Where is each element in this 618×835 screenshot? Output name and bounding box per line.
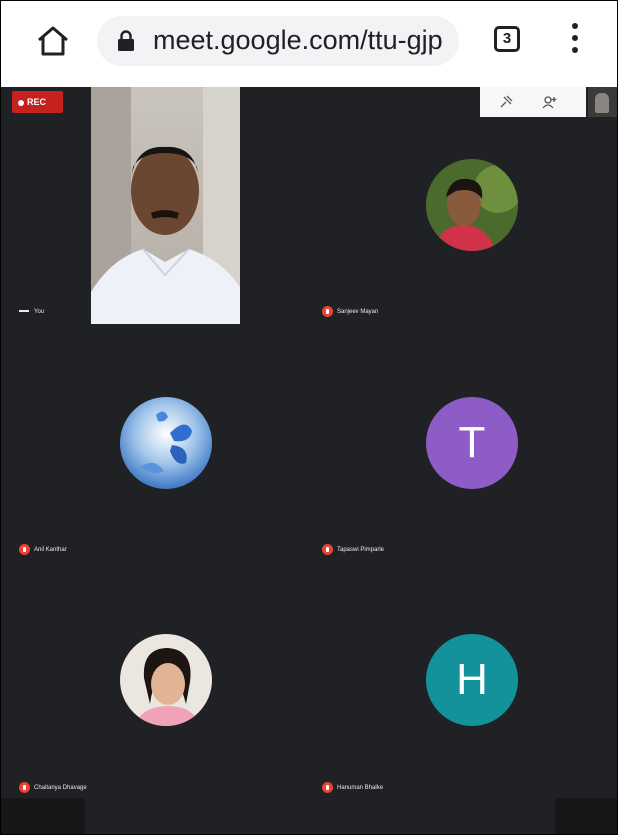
self-name-label: You: [19, 309, 44, 315]
bottom-right-shadow: [555, 798, 617, 834]
participant-photo: [426, 159, 518, 251]
recording-label: REC: [27, 97, 47, 107]
participant-avatar: [120, 397, 212, 489]
participant-name: Sanjeev Mayan: [337, 309, 379, 316]
mic-off-icon: [322, 782, 333, 793]
recording-badge: REC: [12, 91, 63, 113]
browser-toolbar: meet.google.com/ttu-gjp 3: [1, 1, 617, 79]
participant-avatar: [120, 634, 212, 726]
more-vert-icon[interactable]: [570, 23, 580, 57]
self-video-image: [91, 87, 240, 324]
mic-off-icon: [322, 306, 333, 317]
meet-grid: REC You Sanjeev Mayan Anil Kanthar T Tap…: [1, 87, 617, 834]
self-name: You: [34, 309, 45, 315]
address-bar[interactable]: meet.google.com/ttu-gjp: [97, 16, 459, 66]
tab-switcher-button[interactable]: 3: [494, 26, 520, 52]
url-text: meet.google.com/ttu-gjp: [153, 25, 443, 55]
participant-name: Tapaswi Pimparle: [337, 547, 385, 554]
participant-avatar-letter: T: [426, 397, 518, 489]
pin-icon[interactable]: [498, 94, 514, 110]
participant-label: Anil Kanthar: [19, 544, 67, 555]
top-controls: [480, 87, 586, 117]
butterfly-photo: [120, 397, 212, 489]
phone-screen: meet.google.com/ttu-gjp 3 REC You Sanjee…: [0, 0, 618, 835]
participant-avatar: [426, 159, 518, 251]
participant-label: Chaitanya Dhavage: [19, 782, 87, 793]
self-video: [91, 87, 240, 324]
mic-off-icon: [19, 544, 30, 555]
participant-photo: [120, 634, 212, 726]
mic-off-icon: [19, 782, 30, 793]
participant-name: Hanuman Bhalke: [337, 785, 384, 792]
bottom-left-shadow: [1, 798, 85, 834]
participant-label: Sanjeev Mayan: [322, 306, 378, 317]
add-people-icon[interactable]: [542, 94, 558, 110]
lock-icon: [118, 30, 134, 51]
record-dot-icon: [18, 99, 24, 106]
self-view-thumbnail[interactable]: [588, 87, 617, 117]
mic-off-icon: [322, 544, 333, 555]
participant-name: Chaitanya Dhavage: [34, 785, 87, 792]
participant-name: Anil Kanthar: [34, 547, 67, 554]
participant-label: Tapaswi Pimparle: [322, 544, 384, 555]
participant-label: Hanuman Bhalke: [322, 782, 383, 793]
home-icon[interactable]: [35, 23, 71, 59]
participant-avatar-letter: H: [426, 634, 518, 726]
